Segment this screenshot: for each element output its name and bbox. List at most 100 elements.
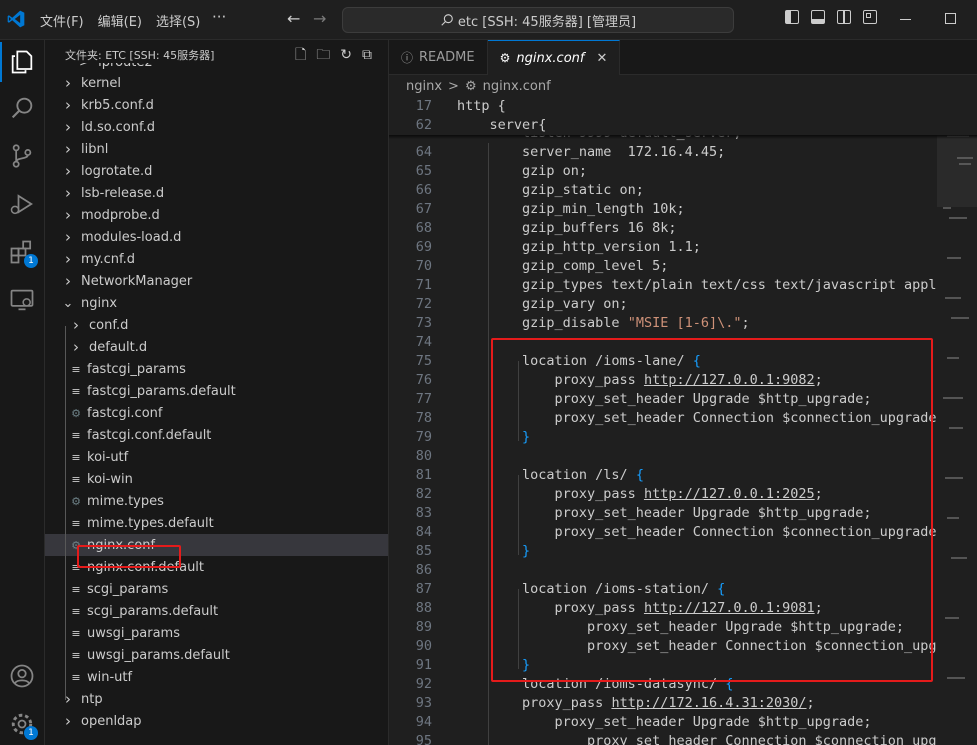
text-file-icon: ≡ <box>71 582 81 596</box>
back-arrow-icon[interactable]: ← <box>287 9 300 28</box>
line-number: 88 <box>415 600 432 616</box>
more-menu-icon[interactable]: ··· <box>212 8 226 26</box>
minimize-icon[interactable] <box>900 19 911 20</box>
tree-item-label: modprobe.d <box>81 207 160 223</box>
line-number: 90 <box>415 638 432 654</box>
remote-explorer-icon[interactable] <box>8 286 36 314</box>
menu-edit[interactable]: 编辑(E) <box>98 11 142 30</box>
line-number: 71 <box>415 277 432 293</box>
extensions-icon[interactable]: 1 <box>8 238 38 268</box>
breadcrumb-folder[interactable]: nginx <box>406 79 442 94</box>
tree-item-label: modules-load.d <box>81 229 182 245</box>
run-debug-icon[interactable] <box>8 190 36 218</box>
toggle-panel-icon[interactable] <box>811 10 825 24</box>
tree-file[interactable]: ≡ mime.types.default <box>45 512 388 534</box>
code-text: gzip_disable "MSIE [1-6]\."; <box>457 315 750 331</box>
minimap-line <box>947 677 965 679</box>
tree-item-label: fastcgi.conf.default <box>87 427 212 443</box>
toggle-secondary-sidebar-icon[interactable] <box>837 10 851 24</box>
tree-file[interactable]: ≡ fastcgi_params <box>45 358 388 380</box>
toggle-primary-sidebar-icon[interactable] <box>785 10 799 24</box>
tab-readme[interactable]: ⓘ README <box>389 40 488 75</box>
refresh-icon[interactable]: ↻ <box>340 47 352 63</box>
chevron-right-icon: › <box>65 162 71 180</box>
tree-item-label: uwsgi_params <box>87 625 180 641</box>
command-center[interactable]: etc [SSH: 45服务器] [管理员] <box>342 7 734 33</box>
forward-arrow-icon[interactable]: → <box>313 9 326 28</box>
tree-file[interactable]: ≡ koi-utf <box>45 446 388 468</box>
minimap[interactable] <box>937 97 977 745</box>
tree-file[interactable]: ≡ koi-win <box>45 468 388 490</box>
collapse-all-icon[interactable]: ⧉ <box>362 47 372 63</box>
text-file-icon: ≡ <box>71 670 81 684</box>
new-file-icon[interactable]: 🗋 <box>295 47 306 63</box>
tree-folder[interactable]: › krb5.conf.d <box>45 94 388 116</box>
search-icon[interactable] <box>8 94 36 122</box>
tree-item-label: libnl <box>81 141 109 157</box>
tree-folder[interactable]: › kernel <box>45 72 388 94</box>
source-control-icon[interactable] <box>8 142 36 170</box>
maximize-icon[interactable] <box>945 13 956 24</box>
account-icon[interactable] <box>8 662 36 690</box>
tree-folder[interactable]: › my.cnf.d <box>45 248 388 270</box>
minimap-line <box>943 397 963 399</box>
tree-folder[interactable]: › openldap <box>45 710 388 732</box>
tree-folder[interactable]: › conf.d <box>45 314 388 336</box>
tab-label: README <box>419 50 475 65</box>
line-number: 64 <box>415 144 432 160</box>
tree-file[interactable]: ≡ fastcgi_params.default <box>45 380 388 402</box>
code-line: 67 gzip_min_length 10k; <box>389 200 977 219</box>
settings-gear-icon[interactable]: 1 <box>8 710 38 740</box>
menu-file[interactable]: 文件(F) <box>40 11 84 30</box>
tree-folder[interactable]: › ld.so.conf.d <box>45 116 388 138</box>
tree-file[interactable]: ⚙ fastcgi.conf <box>45 402 388 424</box>
line-number: 74 <box>415 334 432 350</box>
code-line: 71 gzip_types text/plain text/css text/j… <box>389 276 977 295</box>
minimap-line <box>945 617 959 619</box>
file-tree: › kernel › krb5.conf.d › ld.so.conf.d › libnl › l… <box>45 72 388 732</box>
tree-folder[interactable]: › modules-load.d <box>45 226 388 248</box>
highlight-box-sidebar <box>77 545 181 568</box>
tree-folder[interactable]: › default.d <box>45 336 388 358</box>
tree-file[interactable]: ≡ uwsgi_params <box>45 622 388 644</box>
code-link[interactable]: http://172.16.4.31:2030/ <box>611 695 806 711</box>
minimap-line <box>943 207 951 209</box>
line-number: 77 <box>415 391 432 407</box>
code-text: gzip_types text/plain text/css text/java… <box>457 277 970 293</box>
tree-item-label: mime.types.default <box>87 515 214 531</box>
line-number: 86 <box>415 562 432 578</box>
tree-file[interactable]: ⚙ mime.types <box>45 490 388 512</box>
minimap-line <box>947 517 959 519</box>
tree-file[interactable]: ≡ uwsgi_params.default <box>45 644 388 666</box>
tree-folder[interactable]: › modprobe.d <box>45 204 388 226</box>
code-text: gzip_static on; <box>457 182 644 198</box>
tree-folder[interactable]: › NetworkManager <box>45 270 388 292</box>
tree-file[interactable]: ≡ scgi_params.default <box>45 600 388 622</box>
tree-item-label: krb5.conf.d <box>81 97 154 113</box>
tree-folder[interactable]: ⌄ nginx <box>45 292 388 314</box>
tree-folder[interactable]: › lsb-release.d <box>45 182 388 204</box>
menu-bar: 文件(F) 编辑(E) 选择(S) <box>40 11 200 30</box>
tree-folder[interactable]: › libnl <box>45 138 388 160</box>
tree-folder[interactable]: › logrotate.d <box>45 160 388 182</box>
tab-nginx-conf[interactable]: ⚙ nginx.conf ✕ <box>487 40 621 75</box>
breadcrumb-file[interactable]: nginx.conf <box>483 79 551 94</box>
menu-selection[interactable]: 选择(S) <box>156 11 200 30</box>
tree-folder[interactable]: › ntp <box>45 688 388 710</box>
code-text: proxy_set_header Connection $connection_… <box>457 733 970 745</box>
chevron-right-icon: › <box>65 74 71 92</box>
close-icon[interactable]: ✕ <box>596 51 607 66</box>
code-line: 93 proxy_pass http://172.16.4.31:2030/; <box>389 694 977 713</box>
tree-file[interactable]: ≡ scgi_params <box>45 578 388 600</box>
tree-file[interactable]: ≡ fastcgi.conf.default <box>45 424 388 446</box>
line-number: 94 <box>415 714 432 730</box>
new-folder-icon[interactable]: 🗀 <box>316 47 330 63</box>
layout-controls <box>785 10 877 24</box>
editor-tabs: ⓘ README ⚙ nginx.conf ✕ <box>389 40 977 75</box>
code-line: 72 gzip_vary on; <box>389 295 977 314</box>
explorer-icon[interactable] <box>0 42 36 82</box>
customize-layout-icon[interactable] <box>863 10 877 24</box>
chevron-right-icon: › <box>65 118 71 136</box>
tree-file[interactable]: ≡ win-utf <box>45 666 388 688</box>
highlight-box-editor <box>491 338 933 682</box>
